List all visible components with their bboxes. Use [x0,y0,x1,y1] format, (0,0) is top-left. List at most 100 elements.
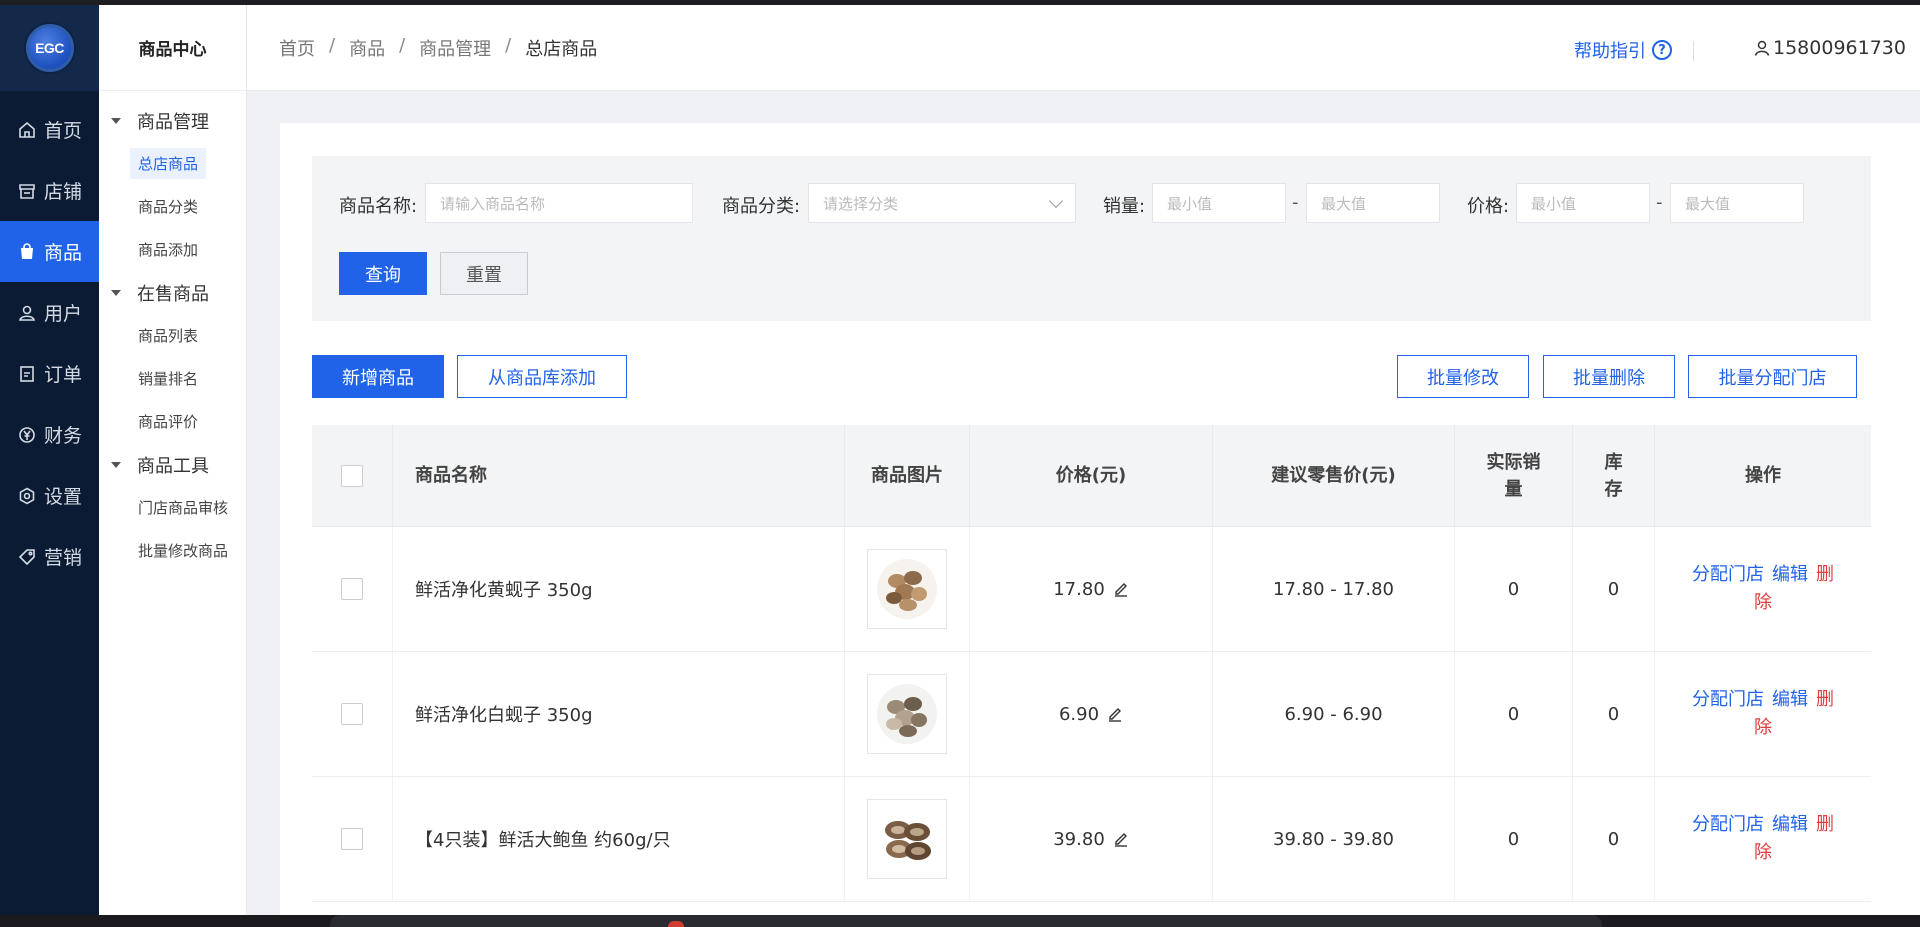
breadcrumb-home[interactable]: 首页 [279,35,315,61]
breadcrumb: 首页 / 商品 / 商品管理 / 总店商品 [279,35,611,61]
product-thumbnail[interactable] [867,799,947,879]
submenu-item-label: 门店商品审核 [138,499,229,517]
user-account[interactable]: 15800961730 [1753,37,1906,59]
row-checkbox-cell [312,652,393,776]
submenu-item-reviews[interactable]: 商品评价 [99,400,246,443]
assign-store-link[interactable]: 分配门店 [1692,814,1764,835]
edit-link[interactable]: 编辑 [1772,814,1808,835]
tag-icon [18,548,36,566]
stock: 0 [1573,652,1655,776]
search-button[interactable]: 查询 [339,252,427,295]
rail-item-products[interactable]: 商品 [0,221,99,282]
logo-area: EGC [0,5,99,91]
rail-item-store[interactable]: 店铺 [0,160,99,221]
header-divider [1693,41,1694,61]
submenu-item-add-product[interactable]: 商品添加 [99,228,246,271]
submenu-item-store-review[interactable]: 门店商品审核 [99,486,246,529]
row-checkbox[interactable] [341,828,363,850]
submenu-item-product-list[interactable]: 商品列表 [99,314,246,357]
store-icon [18,182,36,200]
rail-item-label: 订单 [44,364,83,386]
dock-app-indicator [668,921,684,927]
rail-item-orders[interactable]: 订单 [0,343,99,404]
price-filter-label: 价格: [1467,196,1510,217]
product-thumbnail[interactable] [867,674,947,754]
submenu-item-label: 商品评价 [138,413,199,431]
app-logo[interactable]: EGC [25,24,74,72]
submenu-item-batch-edit[interactable]: 批量修改商品 [99,529,246,572]
max-placeholder: 最大值 [1321,194,1367,213]
add-from-library-button[interactable]: 从商品库添加 [457,355,627,398]
delete-link-cont[interactable]: 除 [1754,717,1772,738]
row-checkbox-cell [312,527,393,651]
product-image-cell [845,652,970,776]
sales-max-input[interactable]: 最大值 [1306,183,1440,223]
batch-assign-store-button[interactable]: 批量分配门店 [1688,355,1857,398]
col-sales-line1: 实际销 [1486,451,1541,473]
rail-item-finance[interactable]: 财务 [0,404,99,465]
breadcrumb-products[interactable]: 商品 [349,35,385,61]
product-table: 商品名称 商品图片 价格(元) 建议零售价(元) 实际销量 库存 操作 鲜活净化… [312,425,1871,902]
breadcrumb-current: 总店商品 [525,39,598,60]
help-guide-link[interactable]: 帮助指引 ? [1574,37,1672,63]
pencil-icon[interactable] [1107,706,1123,722]
assign-store-link[interactable]: 分配门店 [1692,689,1764,710]
price-value: 39.80 [1053,828,1105,850]
sales-filter-label: 销量: [1103,196,1146,217]
product-name-input[interactable]: 请输入商品名称 [425,183,693,223]
stock: 0 [1573,777,1655,901]
submenu-item-sales-ranking[interactable]: 销量排名 [99,357,246,400]
edit-link[interactable]: 编辑 [1772,564,1808,585]
add-product-button[interactable]: 新增商品 [312,355,444,398]
product-name: 【4只装】鲜活大鲍鱼 约60g/只 [393,777,845,901]
delete-link-cont[interactable]: 除 [1754,842,1772,863]
sales-min-input[interactable]: 最小值 [1152,183,1286,223]
caret-down-icon [111,117,121,124]
assign-store-link[interactable]: 分配门店 [1692,564,1764,585]
breadcrumb-product-management[interactable]: 商品管理 [419,35,491,61]
range-separator: - [1656,192,1663,213]
price-cell: 39.80 [970,777,1213,901]
rail-item-settings[interactable]: 设置 [0,465,99,526]
col-suggested-price: 建议零售价(元) [1213,425,1455,526]
category-select[interactable]: 请选择分类 [808,183,1076,223]
rail-item-label: 设置 [44,486,83,508]
row-checkbox[interactable] [341,578,363,600]
price-cell: 6.90 [970,652,1213,776]
table-row: 鲜活净化黄蚬子 350g 17.80 17.80 - 17.80 0 0 分配门… [312,527,1871,652]
row-checkbox[interactable] [341,703,363,725]
product-thumbnail[interactable] [867,549,947,629]
row-actions: 分配门店 编辑删除 [1655,652,1871,776]
rail-item-marketing[interactable]: 营销 [0,526,99,587]
min-placeholder: 最小值 [1531,194,1577,213]
min-placeholder: 最小值 [1167,194,1213,213]
submenu-item-hq-products[interactable]: 总店商品 [99,142,246,185]
submenu-item-label: 商品分类 [138,198,199,216]
delete-link[interactable]: 删 [1816,689,1834,710]
edit-link[interactable]: 编辑 [1772,689,1808,710]
batch-edit-button[interactable]: 批量修改 [1397,355,1529,398]
delete-link[interactable]: 删 [1816,814,1834,835]
pencil-icon[interactable] [1113,581,1129,597]
batch-delete-button[interactable]: 批量删除 [1543,355,1675,398]
pencil-icon[interactable] [1113,831,1129,847]
breadcrumb-separator: / [505,35,512,56]
col-stock-line1: 库 [1604,451,1623,473]
rail-item-home[interactable]: 首页 [0,99,99,160]
price-value: 17.80 [1053,578,1105,600]
submenu-item-categories[interactable]: 商品分类 [99,185,246,228]
rail-item-users[interactable]: 用户 [0,282,99,343]
submenu-group-product-management[interactable]: 商品管理 [99,99,246,142]
delete-link-cont[interactable]: 除 [1754,592,1772,613]
submenu-group-tools[interactable]: 商品工具 [99,443,246,486]
reset-button[interactable]: 重置 [440,252,528,295]
breadcrumb-separator: / [399,35,406,56]
user-icon [1753,39,1771,57]
price-max-input[interactable]: 最大值 [1670,183,1804,223]
select-all-checkbox[interactable] [341,464,363,487]
price-cell: 17.80 [970,527,1213,651]
price-min-input[interactable]: 最小值 [1516,183,1650,223]
delete-link[interactable]: 删 [1816,564,1834,585]
submenu-group-on-sale[interactable]: 在售商品 [99,271,246,314]
row-actions: 分配门店 编辑删除 [1655,777,1871,901]
